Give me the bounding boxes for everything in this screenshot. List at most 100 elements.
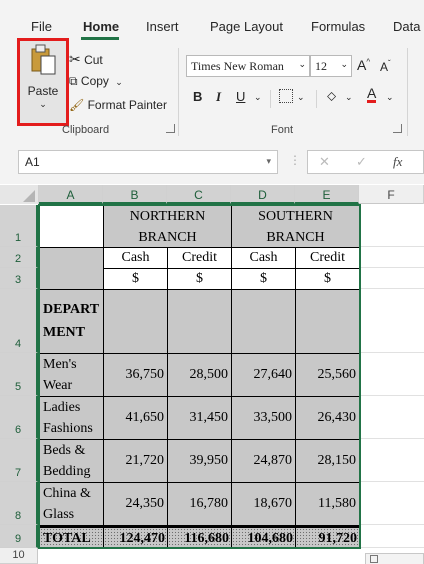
row-header-2[interactable]: 2 [0,247,38,268]
total-cell[interactable]: 104,680 [232,526,296,549]
chevron-down-icon[interactable]: ⌄ [386,92,394,103]
paste-button[interactable]: Paste ⌄ [17,38,69,126]
table-cell[interactable]: 39,950 [168,440,232,483]
italic-button[interactable]: I [216,89,221,105]
column-header-d[interactable]: D [231,185,295,204]
row-header-9[interactable]: 9 [0,525,38,548]
row-header-1[interactable]: 1 [0,205,38,247]
table-cell[interactable]: 24,870 [232,440,296,483]
department-name[interactable]: Men's Wear [40,354,104,397]
format-painter-button[interactable]: 🖌 Format Painter [69,98,167,112]
total-cell[interactable]: 116,680 [168,526,232,549]
department-header[interactable]: DEPARTMENT [40,290,104,354]
cell-a2-a3[interactable] [40,248,104,290]
table-cell[interactable]: 33,500 [232,397,296,440]
table-cell[interactable]: 27,640 [232,354,296,397]
row-header-4[interactable]: 4 [0,289,38,353]
table-cell[interactable]: 26,430 [296,397,360,440]
bold-button[interactable]: B [193,89,202,104]
tab-data[interactable]: Data [393,19,420,34]
chevron-down-icon[interactable]: ⌄ [345,92,353,103]
row-header-3[interactable]: 3 [0,268,38,289]
table-cell[interactable]: 18,670 [232,483,296,526]
column-header-e[interactable]: E [295,185,359,204]
northern-branch-header[interactable]: NORTHERN BRANCH [104,206,232,248]
insert-function-icon[interactable]: fx [393,154,402,170]
table-cell[interactable]: 41,650 [104,397,168,440]
borders-icon[interactable] [279,89,293,103]
table-cell[interactable]: 28,500 [168,354,232,397]
currency-cell[interactable]: $ [104,269,168,290]
decrease-font-size-button[interactable]: Aˇ [380,59,391,74]
row-header-10[interactable]: 10 [0,548,38,564]
table-cell[interactable]: 21,720 [104,440,168,483]
s-credit-header[interactable]: Credit [296,248,360,269]
font-name-combo[interactable]: Times New Roman ⌄ [186,55,310,77]
copy-button[interactable]: ⧉ Copy ⌄ [69,74,123,89]
department-name[interactable]: Ladies Fashions [40,397,104,440]
group-divider [316,90,317,108]
table-cell[interactable] [168,290,232,354]
cut-button[interactable]: ✂ Cut [69,51,103,68]
n-credit-header[interactable]: Credit [168,248,232,269]
row-header-7[interactable]: 7 [0,439,38,482]
n-cash-header[interactable]: Cash [104,248,168,269]
row-number: 5 [14,381,22,393]
table-cell[interactable]: 24,350 [104,483,168,526]
fill-color-icon[interactable]: ⬦ [327,88,336,104]
table-cell[interactable] [296,290,360,354]
row-header-6[interactable]: 6 [0,396,38,439]
table-cell[interactable]: 28,150 [296,440,360,483]
enter-icon[interactable]: ✓ [356,154,367,170]
tab-file[interactable]: File [31,19,52,34]
cell-a1[interactable] [40,206,104,248]
column-header-a[interactable]: A [39,185,103,204]
column-header-f[interactable]: F [359,185,424,204]
tab-home[interactable]: Home [83,19,119,34]
chevron-down-icon[interactable]: ⌄ [254,92,262,103]
formula-input[interactable]: ✕ ✓ fx [307,150,424,174]
table-cell[interactable] [104,290,168,354]
s-cash-header[interactable]: Cash [232,248,296,269]
currency-cell[interactable]: $ [232,269,296,290]
column-header-b[interactable]: B [103,185,167,204]
row-number: 7 [14,467,22,479]
font-launcher-icon[interactable] [393,124,402,133]
more-dots-icon: ⋮ [289,153,301,167]
quick-analysis-button[interactable] [365,553,424,564]
underline-button[interactable]: U [236,89,245,104]
tab-insert[interactable]: Insert [146,19,179,34]
row-header-5[interactable]: 5 [0,353,38,396]
table-cell[interactable]: 11,580 [296,483,360,526]
total-cell[interactable]: 91,720 [296,526,360,549]
copy-label: Copy [80,74,109,88]
tab-formulas[interactable]: Formulas [311,19,365,34]
format-painter-label: Format Painter [87,98,167,112]
font-color-button[interactable]: A [367,86,377,103]
column-header-c[interactable]: C [167,185,231,204]
clipboard-launcher-icon[interactable] [166,124,175,133]
font-size-combo[interactable]: 12 ⌄ [310,55,352,77]
total-cell[interactable]: 124,470 [104,526,168,549]
cancel-icon[interactable]: ✕ [319,154,330,170]
currency-cell[interactable]: $ [168,269,232,290]
currency-cell[interactable]: $ [296,269,360,290]
select-all-corner[interactable] [0,185,39,204]
table-cell[interactable] [232,290,296,354]
row-header-8[interactable]: 8 [0,482,38,525]
table-cell[interactable]: 16,780 [168,483,232,526]
gridline [360,395,424,396]
name-box[interactable]: A1 ▾ [18,150,278,174]
chevron-down-icon[interactable]: ⌄ [297,92,305,103]
table-cell[interactable]: 31,450 [168,397,232,440]
department-name[interactable]: Beds & Bedding [40,440,104,483]
southern-branch-header[interactable]: SOUTHERN BRANCH [232,206,360,248]
increase-font-size-button[interactable]: A^ [357,57,370,73]
table-cell[interactable]: 25,560 [296,354,360,397]
table-cell[interactable]: 36,750 [104,354,168,397]
row-number: 6 [14,424,22,436]
tab-page-layout[interactable]: Page Layout [210,19,283,34]
department-name[interactable]: China & Glass [40,483,104,526]
total-label[interactable]: TOTAL [40,526,104,549]
group-divider [178,48,179,136]
